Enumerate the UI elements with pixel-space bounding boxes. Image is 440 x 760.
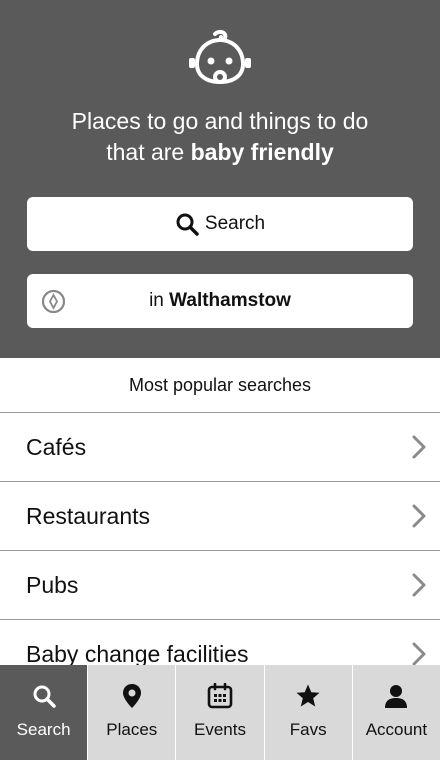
compass-icon [41,289,66,314]
tab-label: Favs [289,720,327,739]
tab-label: Places [106,720,158,739]
list-item-label: Restaurants [26,502,151,529]
popular-searches-list: Cafés Restaurants Pubs Baby change facil… [0,413,440,689]
user-icon [385,685,408,708]
tab-favs[interactable]: Favs [265,665,353,760]
hero-header: Places to go and things to do that are b… [0,0,440,358]
chevron-right-icon [412,573,426,597]
tagline: Places to go and things to do that are b… [0,106,440,168]
location-prefix: in [149,290,170,311]
map-pin-icon [122,684,141,708]
tab-label: Events [194,720,246,739]
list-item-label: Cafés [26,433,87,460]
search-icon [33,685,56,708]
tagline-line-2: that are baby friendly [0,137,440,168]
search-button[interactable]: Search [27,197,413,251]
calendar-icon [207,683,233,709]
tab-search[interactable]: Search [0,665,89,760]
search-icon [176,213,199,236]
list-item-pubs[interactable]: Pubs [0,551,440,620]
tab-account[interactable]: Account [353,665,440,760]
baby-face-icon [189,29,251,85]
tab-label: Search [16,720,71,739]
tab-places[interactable]: Places [88,665,177,760]
search-button-label: Search [204,213,266,234]
tab-label: Account [365,720,428,739]
tagline-prefix: that are [106,139,191,165]
popular-searches-title: Most popular searches [0,358,440,413]
chevron-right-icon [412,435,426,459]
chevron-right-icon [412,642,426,666]
location-name: Walthamstow [169,290,291,311]
star-icon [296,684,320,707]
list-item-label: Baby change facilities [26,640,249,667]
chevron-right-icon [412,504,426,528]
location-button[interactable]: in Walthamstow [27,274,413,328]
tab-events[interactable]: Events [176,665,265,760]
tagline-line-1: Places to go and things to do [71,108,369,134]
list-item-restaurants[interactable]: Restaurants [0,482,440,551]
location-label: in Walthamstow [149,290,291,312]
tagline-emphasis: baby friendly [190,139,334,165]
bottom-tab-bar: Search Places Events Favs Account [0,665,440,760]
list-item-cafes[interactable]: Cafés [0,413,440,482]
list-item-label: Pubs [26,571,79,598]
